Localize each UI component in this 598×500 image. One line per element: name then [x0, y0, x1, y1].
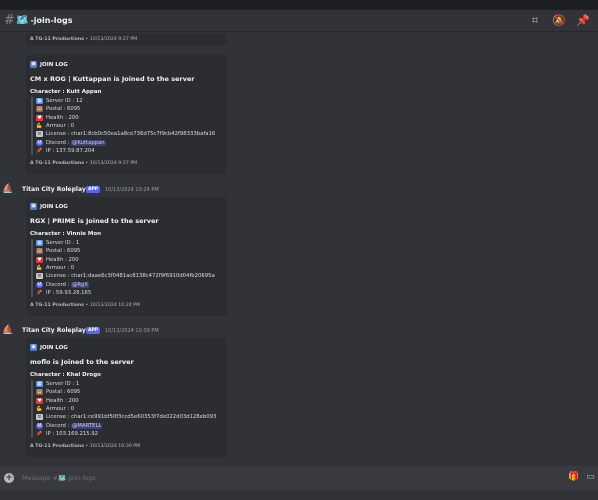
license: License : char1:daae6c3f0481ac8138c472f9… — [46, 273, 215, 280]
mute-icon[interactable]: 🔕 — [552, 14, 566, 28]
message-composer: + Message #🗺️-join-logs 🎁 ▭ — [0, 466, 598, 490]
ip-icon: 📌 — [36, 147, 43, 154]
embed-character: Character : Vinnie Mon — [30, 231, 102, 237]
discord-icon: M — [36, 281, 43, 288]
license: License : char1:ce991bf50f3ccd5e60353f7d… — [46, 414, 217, 421]
discord-label: Discord : — [46, 422, 70, 429]
postal: Postal : 6095 — [46, 248, 81, 255]
server-id-icon: ▦ — [36, 240, 43, 247]
embed-footer: A TG-11 Productions • 10/13/2024 10:39 P… — [30, 444, 141, 450]
discord-label: Discord : — [46, 139, 70, 146]
join-log-icon: ▣ — [30, 203, 37, 210]
gif-icon[interactable]: ▭ — [585, 472, 596, 482]
discord-mention[interactable]: @MARTELL — [71, 422, 103, 429]
username[interactable]: Titan City Roleplay — [22, 327, 86, 334]
embed-footer: A TG-11 Productions • 10/13/2024 9:27 PM — [30, 37, 138, 42]
armour: Armour : 0 — [46, 406, 75, 413]
window-top-strip — [0, 0, 598, 10]
embed-fields: ▦ Server ID : 1 ▤ Postal : 6095 ♥ Health : … — [31, 380, 227, 439]
embed-author: ▣ JOIN LOG — [30, 61, 68, 68]
embed-footer: A TG-11 Productions • 10/13/2024 9:27 PM — [30, 161, 138, 167]
threads-icon[interactable]: ⌗ — [528, 14, 542, 28]
app-badge: APP — [86, 186, 101, 193]
embed-character: Character : Khal Drogo — [30, 372, 101, 378]
app-badge: APP — [86, 327, 101, 334]
license-icon: ≡ — [36, 273, 43, 280]
discord-mention[interactable]: @RgX — [71, 281, 90, 288]
embed-title: RGX | PRIME is Joined to the server — [30, 217, 159, 225]
message-list[interactable]: A TG-11 Productions • 10/13/2024 9:27 PM… — [0, 33, 598, 458]
health-icon: ♥ — [36, 114, 43, 121]
server-id: Server ID : 1 — [46, 240, 80, 247]
gift-icon[interactable]: 🎁 — [568, 472, 579, 482]
join-log-embed: ▣ JOIN LOG moflo is Joined to the server … — [26, 338, 227, 457]
channel-name[interactable]: -join-logs — [30, 16, 72, 25]
bot-avatar[interactable]: ⛵ — [2, 326, 14, 335]
join-log-icon: ▣ — [30, 344, 37, 351]
attach-plus-icon[interactable]: + — [4, 473, 14, 483]
health: Health : 200 — [46, 114, 79, 121]
discord-icon: M — [36, 139, 43, 146]
channel-header: # 🗺️ -join-logs ⌗ 🔕 📌 — [0, 10, 598, 32]
embed-partial: A TG-11 Productions • 10/13/2024 9:27 PM — [26, 33, 227, 45]
embed-author: ▣ JOIN LOG — [30, 344, 68, 351]
server-id: Server ID : 1 — [46, 381, 80, 388]
license: License : char1:8cb0c50ea1a8ce736d75c7f9… — [46, 131, 216, 138]
ip: IP : 137.59.87.204 — [46, 147, 95, 154]
health-icon: ♥ — [36, 397, 43, 404]
embed-title: CM x ROG | Kuttappan is Joined to the se… — [30, 75, 195, 83]
embed-footer: A TG-11 Productions • 10/13/2024 10:24 P… — [30, 303, 141, 309]
embed-character: Character : Kutt Appan — [30, 89, 102, 95]
armour-icon: 💪 — [36, 123, 43, 130]
timestamp: 10/13/2024 10:24 PM — [105, 187, 159, 193]
armour: Armour : 0 — [46, 265, 75, 272]
message-input[interactable]: Message #🗺️-join-logs — [22, 474, 96, 482]
bottom-strip — [0, 490, 598, 500]
timestamp: 10/13/2024 10:39 PM — [105, 328, 159, 334]
postal: Postal : 6095 — [46, 106, 81, 113]
embed-fields: ▦ Server ID : 1 ▤ Postal : 6095 ♥ Health : … — [31, 239, 227, 298]
embed-fields: ▦ Server ID : 12 ▤ Postal : 6095 ♥ Health :… — [31, 97, 227, 156]
server-id: Server ID : 12 — [46, 98, 83, 105]
license-icon: ≡ — [36, 131, 43, 138]
username[interactable]: Titan City Roleplay — [22, 186, 86, 193]
map-emoji-icon: 🗺️ — [16, 15, 29, 26]
ip-icon: 📌 — [36, 289, 43, 296]
armour-icon: 💪 — [36, 406, 43, 413]
postal: Postal : 6095 — [46, 389, 81, 396]
postal-icon: ▤ — [36, 106, 43, 113]
discord-mention[interactable]: @Kuttappan — [71, 139, 106, 146]
pin-icon[interactable]: 📌 — [576, 14, 590, 28]
server-id-icon: ▦ — [36, 381, 43, 388]
license-icon: ≡ — [36, 414, 43, 421]
server-id-icon: ▦ — [36, 98, 43, 105]
health-icon: ♥ — [36, 256, 43, 263]
composer-toolbar: 🎁 ▭ — [568, 472, 596, 482]
health: Health : 200 — [46, 256, 79, 263]
join-log-icon: ▣ — [30, 61, 37, 68]
postal-icon: ▤ — [36, 389, 43, 396]
health: Health : 200 — [46, 397, 79, 404]
hashtag-icon: # — [4, 13, 15, 28]
armour-icon: 💪 — [36, 265, 43, 272]
join-log-embed: ▣ JOIN LOG RGX | PRIME is Joined to the s… — [26, 197, 227, 316]
postal-icon: ▤ — [36, 248, 43, 255]
embed-author: ▣ JOIN LOG — [30, 203, 68, 210]
armour: Armour : 0 — [46, 123, 75, 130]
bot-avatar[interactable]: ⛵ — [2, 185, 14, 194]
discord-icon: M — [36, 422, 43, 429]
ip: IP : 59.93.28.165 — [46, 289, 92, 296]
ip-icon: 📌 — [36, 430, 43, 437]
header-toolbar: ⌗ 🔕 📌 — [528, 14, 590, 28]
join-log-embed: ▣ JOIN LOG CM x ROG | Kuttappan is Joined… — [26, 55, 227, 174]
embed-title: moflo is Joined to the server — [30, 358, 134, 366]
discord-label: Discord : — [46, 281, 70, 288]
ip: IP : 103.169.215.92 — [46, 430, 99, 437]
